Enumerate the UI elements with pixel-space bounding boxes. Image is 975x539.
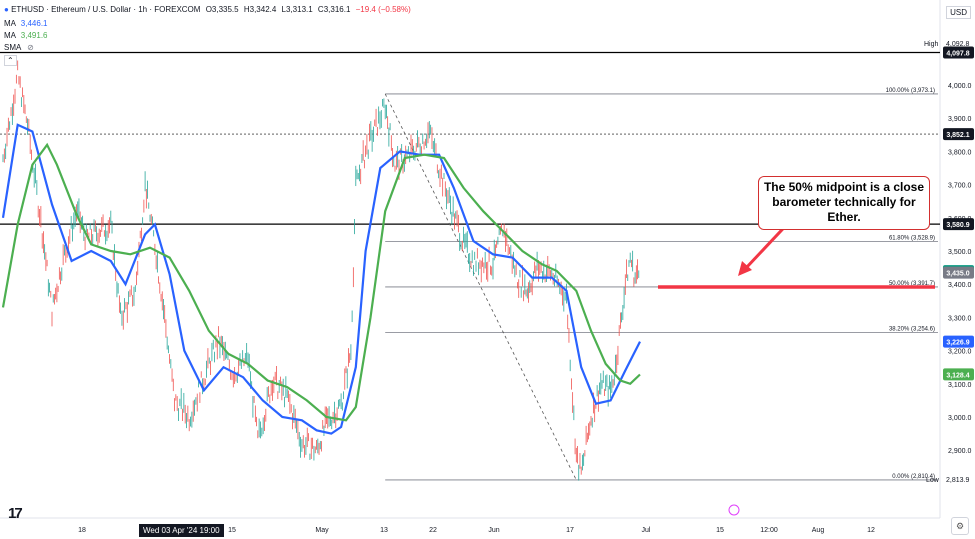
indicator-sma[interactable]: SMA ⊘ xyxy=(4,43,34,52)
x-tick-label: 12:00 xyxy=(760,527,778,534)
indicator-label: SMA xyxy=(4,43,21,52)
eye-off-icon[interactable]: ⊘ xyxy=(27,43,34,52)
price-axis-badge: 3,128.4 xyxy=(943,368,974,381)
ma-blue-line xyxy=(1,123,641,435)
symbol-legend: ● ETHUSD · Ethereum / U.S. Dollar · 1h ·… xyxy=(4,5,411,14)
price-axis-badge: 3,852.1 xyxy=(943,128,974,141)
x-tick-label: 15 xyxy=(228,527,236,534)
y-tick-label: 4,000.0 xyxy=(948,83,971,90)
x-tick-label: 12 xyxy=(867,527,875,534)
price-badge-text: 3,852.1 xyxy=(946,132,969,139)
x-tick-label: 22 xyxy=(429,527,437,534)
y-tick-label: 2,900.0 xyxy=(948,448,971,455)
x-tick-label: May xyxy=(315,527,329,534)
close-value: C3,316.1 xyxy=(317,5,351,14)
price-badge-text: 3,580.9 xyxy=(946,222,969,229)
price-badge-text: 3,128.4 xyxy=(946,372,969,379)
low-label: Low xyxy=(926,477,940,484)
currency-label[interactable]: USD xyxy=(946,6,971,19)
y-tick-label: 3,000.0 xyxy=(948,415,971,422)
fib-level-label: 61.80% (3,528.9) xyxy=(889,235,935,241)
tradingview-logo[interactable]: 17 xyxy=(8,505,23,522)
settings-gear-icon[interactable]: ⚙ xyxy=(951,517,969,535)
fib-level-label: 100.00% (3,973.1) xyxy=(886,88,935,94)
crosshair-time-label: Wed 03 Apr '24 19:00 xyxy=(139,524,224,537)
indicator-value: 3,491.6 xyxy=(20,31,48,40)
y-tick-label: 3,100.0 xyxy=(948,382,971,389)
price-badge-text: 3,435.0 xyxy=(946,271,969,278)
high-label: High xyxy=(924,41,939,48)
y-tick-label: 3,300.0 xyxy=(948,315,971,322)
price-axis-badge: 4,097.8 xyxy=(943,46,974,59)
x-tick-label: 13 xyxy=(380,527,388,534)
x-tick-label: Jul xyxy=(642,527,651,534)
x-tick-label: Aug xyxy=(812,527,825,534)
low-value: 2,813.9 xyxy=(946,477,969,484)
x-tick-label: Jun xyxy=(488,527,499,534)
high-value: H3,342.4 xyxy=(243,5,277,14)
high-value: 4,092.8 xyxy=(946,41,969,48)
y-tick-label: 3,200.0 xyxy=(948,349,971,356)
change-value: −19.4 (−0.58%) xyxy=(355,5,411,14)
x-tick-label: 15 xyxy=(716,527,724,534)
y-tick-label: 3,400.0 xyxy=(948,282,971,289)
y-tick-label: 3,500.0 xyxy=(948,249,971,256)
y-tick-label: 3,700.0 xyxy=(948,183,971,190)
ma-green-line xyxy=(1,142,641,422)
x-tick-label: 18 xyxy=(78,527,86,534)
y-tick-label: 3,800.0 xyxy=(948,149,971,156)
price-axis-badge: 3,435.0 xyxy=(943,266,974,279)
chevron-up-icon: ⌃ xyxy=(7,56,14,65)
indicator-ma-blue[interactable]: MA 3,446.1 xyxy=(4,19,48,28)
price-axis-badge: 3,580.9 xyxy=(943,218,974,231)
price-axis-badge: 3,226.9 xyxy=(943,335,974,348)
indicator-value: 3,446.1 xyxy=(20,19,48,28)
low-value: L3,313.1 xyxy=(281,5,313,14)
indicator-label: MA xyxy=(4,19,16,28)
price-badge-text: 4,097.8 xyxy=(946,51,969,58)
price-chart[interactable]: 2,900.0 3,000.0 3,100.0 3,200.0 3,300.0 3,400… xyxy=(0,0,975,539)
fib-level-label: 38.20% (3,254.6) xyxy=(889,326,935,332)
collapse-legend-button[interactable]: ⌃ xyxy=(4,55,17,66)
indicator-label: MA xyxy=(4,31,16,40)
symbol-title: ETHUSD · Ethereum / U.S. Dollar · 1h · F… xyxy=(11,5,201,14)
price-badge-text: 3,226.9 xyxy=(946,340,969,347)
indicator-ma-green[interactable]: MA 3,491.6 xyxy=(4,31,48,40)
event-marker-icon xyxy=(728,504,740,516)
open-value: O3,335.5 xyxy=(205,5,239,14)
x-tick-label: 17 xyxy=(566,527,574,534)
y-tick-label: 3,900.0 xyxy=(948,116,971,123)
annotation-callout: The 50% midpoint is a close barometer te… xyxy=(758,176,930,230)
